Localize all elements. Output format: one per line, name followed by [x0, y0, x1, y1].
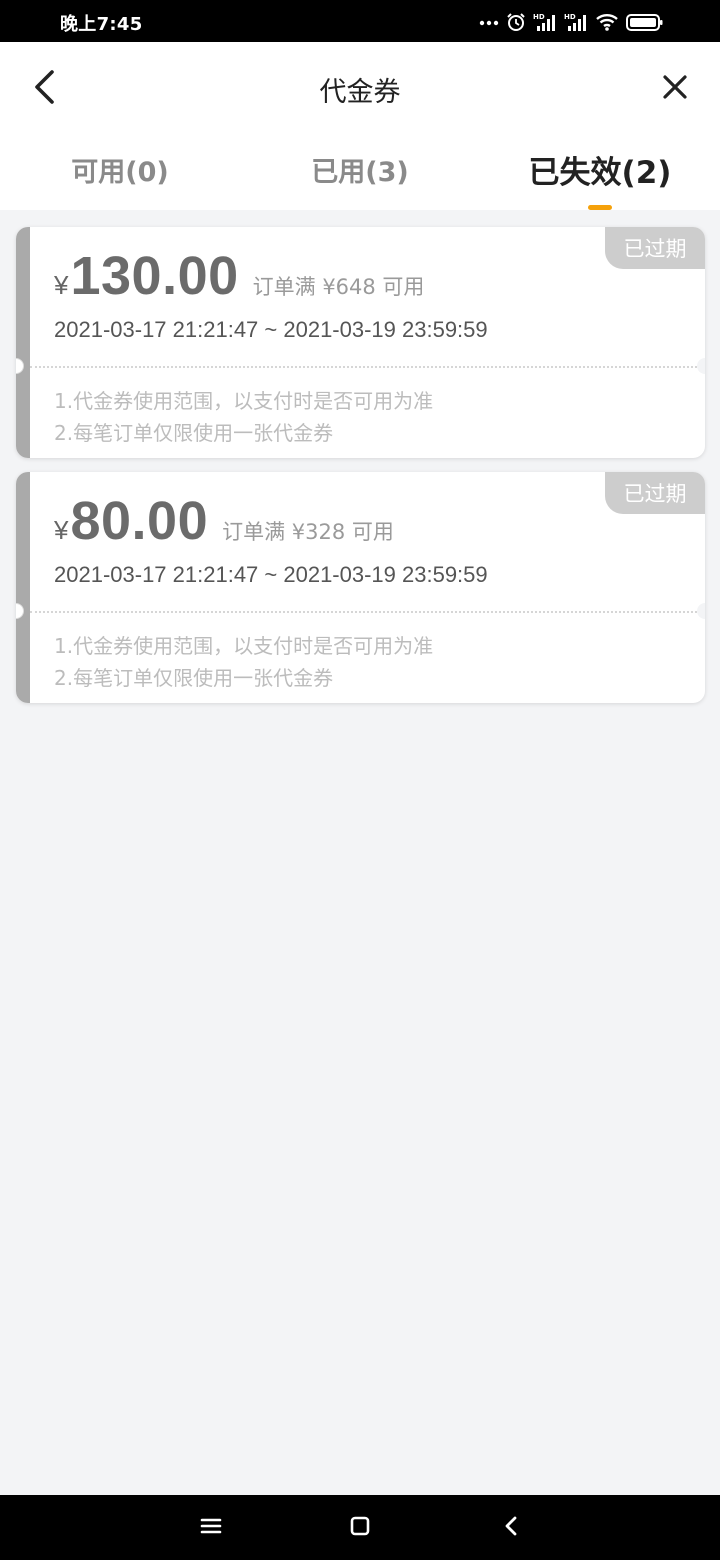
battery-icon [626, 12, 664, 32]
coupon-strip [16, 472, 30, 703]
coupon-amount: 80.00 [70, 491, 209, 551]
coupon-rule-2: 2.每笔订单仅限使用一张代金券 [54, 421, 334, 445]
coupon-validity-period: 2021-03-17 21:21:47 ~ 2021-03-19 23:59:5… [54, 562, 488, 587]
home-square-icon [349, 1515, 371, 1541]
close-button[interactable] [652, 66, 698, 112]
wifi-icon [595, 12, 619, 32]
tab-available[interactable]: 可用(0) [0, 150, 240, 189]
coupon-rule-1: 1.代金券使用范围，以支付时是否可用为准 [54, 389, 434, 413]
coupon-amount-row: ¥ 130.00 订单满 ¥648 可用 [54, 245, 424, 309]
system-nav-bar [0, 1495, 720, 1560]
coupon-divider [30, 611, 705, 613]
coupon-amount-row: ¥ 80.00 订单满 ¥328 可用 [54, 490, 394, 554]
tab-used[interactable]: 已用(3) [240, 150, 480, 189]
signal-hd-icon: HD [564, 12, 588, 32]
expired-badge: 已过期 [605, 227, 705, 269]
nav-menu-button[interactable] [196, 1513, 226, 1543]
coupon-notch-right [697, 603, 705, 619]
close-icon [662, 74, 688, 104]
coupon-divider [30, 366, 705, 368]
expired-badge: 已过期 [605, 472, 705, 514]
back-chevron-icon [502, 1515, 520, 1541]
page-title: 代金券 [319, 77, 401, 108]
svg-text:HD: HD [533, 13, 545, 21]
coupon-rule-2: 2.每笔订单仅限使用一张代金券 [54, 666, 334, 690]
coupon-condition: 订单满 ¥328 可用 [222, 520, 394, 544]
coupon-rules: 1.代金券使用范围，以支付时是否可用为准 2.每笔订单仅限使用一张代金券 [54, 630, 433, 694]
coupon-condition: 订单满 ¥648 可用 [252, 275, 425, 299]
coupon-notch-right [697, 358, 705, 374]
currency-symbol: ¥ [54, 515, 69, 545]
coupon-card[interactable]: 已过期 ¥ 130.00 订单满 ¥648 可用 2021-03-17 21:2… [16, 227, 705, 458]
status-time: 晚上7:45 [60, 14, 143, 35]
coupon-strip [16, 227, 30, 458]
alarm-icon [506, 12, 526, 32]
tab-expired[interactable]: 已失效(2) [480, 147, 720, 192]
header: 代金券 可用(0) 已用(3) 已失效(2) [0, 42, 720, 210]
nav-home-button[interactable] [345, 1513, 375, 1543]
more-dots-icon [479, 18, 499, 26]
signal-hd-icon: HD [533, 12, 557, 32]
coupon-rules: 1.代金券使用范围，以支付时是否可用为准 2.每笔订单仅限使用一张代金券 [54, 385, 433, 449]
coupon-validity-period: 2021-03-17 21:21:47 ~ 2021-03-19 23:59:5… [54, 317, 488, 342]
currency-symbol: ¥ [54, 270, 69, 300]
status-icons: HD HD [479, 11, 664, 33]
nav-back-button[interactable] [496, 1513, 526, 1543]
menu-icon [200, 1517, 222, 1539]
svg-text:HD: HD [564, 13, 576, 21]
coupon-rule-1: 1.代金券使用范围，以支付时是否可用为准 [54, 634, 434, 658]
tab-bar: 可用(0) 已用(3) 已失效(2) [0, 142, 720, 210]
coupon-card[interactable]: 已过期 ¥ 80.00 订单满 ¥328 可用 2021-03-17 21:21… [16, 472, 705, 703]
coupon-amount: 130.00 [70, 246, 239, 306]
status-bar: 晚上7:45 HD HD [0, 0, 720, 42]
active-tab-indicator [588, 205, 612, 210]
